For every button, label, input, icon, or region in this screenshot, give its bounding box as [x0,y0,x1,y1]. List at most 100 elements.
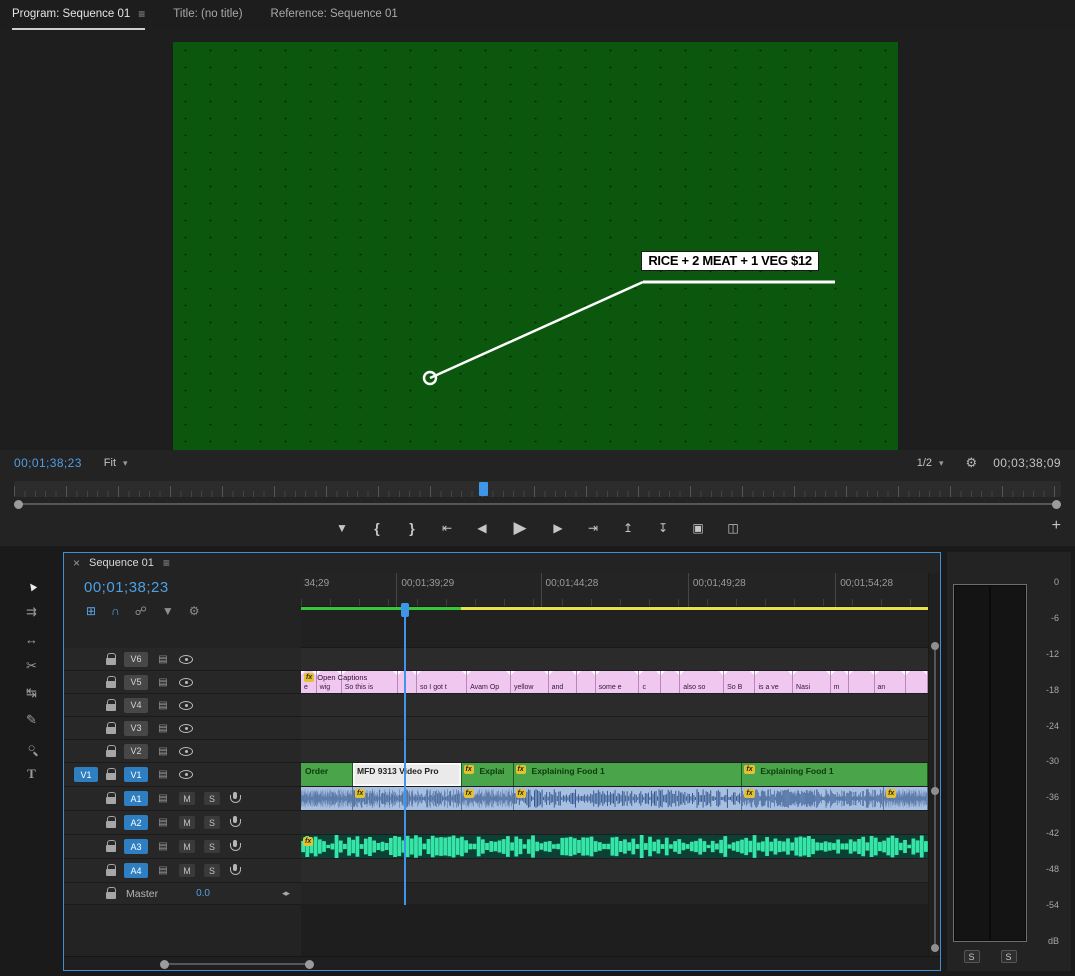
timeline-playhead[interactable] [401,603,410,905]
lane-a1[interactable]: fx fx fx fx fx [301,787,928,811]
panel-close-icon[interactable]: × [73,556,80,570]
button-editor-add[interactable]: + [1052,517,1061,535]
voiceover-record-icon[interactable] [229,816,241,829]
monitor-tab[interactable]: Title: (no title) [173,0,242,30]
video-clip[interactable]: Order [301,763,354,786]
monitor-timecode[interactable]: 00;01;38;23 [14,456,82,470]
add-marker-button[interactable]: ▼ [330,516,354,540]
track-target-a3[interactable]: A3 [124,839,148,854]
sync-lock-icon[interactable]: ▤ [156,746,170,757]
lock-icon[interactable] [103,698,119,712]
scrollbar-knob[interactable] [931,944,939,952]
zoom-level-select[interactable]: Fit ▾ [98,455,134,471]
sync-lock-icon[interactable]: ▤ [156,841,170,852]
sync-lock-icon[interactable]: ▤ [156,817,170,828]
type-tool[interactable]: T [16,761,48,787]
zoom-handle-right[interactable] [1052,500,1061,509]
caption-clip[interactable]: is a ve [755,671,794,693]
selection-tool[interactable]: ▲ [16,572,48,598]
extract-button[interactable]: ↧ [651,516,675,540]
lift-button[interactable]: ↥ [616,516,640,540]
caption-clip[interactable]: yellow [511,671,549,693]
video-clip[interactable]: fx Explaining Food 1 [513,763,743,786]
track-output-icon[interactable] [179,677,193,687]
caption-clip[interactable]: some e [595,671,640,693]
monitor-tab[interactable]: Program: Sequence 01 ≡ [12,0,146,30]
timeline-ruler[interactable]: 34;29 00;01;39;29 00;01;44;28 00;01;49;28 00… [301,573,928,607]
pen-tool[interactable]: ✎ [16,707,48,733]
add-marker-icon[interactable]: ▼ [162,604,174,618]
track-output-icon[interactable] [179,654,193,664]
track-target-a2[interactable]: A2 [124,815,148,830]
sync-lock-icon[interactable]: ▤ [156,700,170,711]
horiz-scrollbar[interactable] [64,956,940,970]
source-patch-a1[interactable] [74,791,98,806]
go-to-in-button[interactable]: ⇤ [435,516,459,540]
timeline-timecode[interactable]: 00;01;38;23 [64,573,301,599]
lane-v6[interactable] [301,648,928,671]
panel-menu-icon[interactable]: ≡ [138,7,145,21]
caption-clip[interactable]: So this is [341,671,399,693]
sync-lock-icon[interactable]: ▤ [156,769,170,780]
track-target-v6[interactable]: V6 [124,651,148,667]
lane-v5[interactable]: e wig So this is so I got t Avam Op yellow and… [301,671,928,694]
track-target-v1[interactable]: V1 [124,767,148,782]
playback-resolution-select[interactable]: 1/2 ▾ [911,455,950,471]
lane-v1[interactable]: Order MFD 9313 Video Pro fx Explai fx Explain… [301,763,928,787]
caption-clip[interactable] [849,671,875,693]
lock-icon[interactable] [103,887,119,900]
scrollbar-handle[interactable] [160,959,314,969]
keyframe-nav-icon[interactable]: ◂▸ [282,888,290,899]
audio-clip[interactable]: fx [301,835,928,858]
track-target-a4[interactable]: A4 [124,863,148,878]
monitor-time-ruler[interactable] [14,481,1061,497]
track-output-icon[interactable] [179,700,193,710]
settings-wrench-icon[interactable]: ⚙ [966,455,978,471]
source-patch-v4[interactable] [74,698,98,713]
mute-button[interactable]: M [179,840,195,853]
caption-clip[interactable]: e [301,671,317,693]
monitor-scrubber[interactable] [0,476,1075,510]
source-patch-a3[interactable] [74,839,98,854]
audio-clip[interactable]: fx [353,787,462,810]
caption-clip[interactable]: Nasi [793,671,831,693]
lane-a2[interactable] [301,811,928,835]
lane-v3[interactable] [301,717,928,740]
caption-clip[interactable] [398,671,417,693]
source-patch-v1[interactable]: V1 [74,767,98,782]
track-target-v3[interactable]: V3 [124,720,148,736]
razor-tool[interactable]: ✂ [16,653,48,679]
source-patch-a4[interactable] [74,863,98,878]
solo-button[interactable]: S [204,864,220,877]
sync-lock-icon[interactable]: ▤ [156,677,170,688]
track-target-v2[interactable]: V2 [124,743,148,759]
linked-selection-icon[interactable]: ☍ [135,604,147,618]
sync-lock-icon[interactable]: ▤ [156,723,170,734]
step-back-button[interactable]: ◀ [470,516,494,540]
track-output-icon[interactable] [179,723,193,733]
step-forward-button[interactable]: ▶ [546,516,570,540]
play-button[interactable]: ▶ [505,516,535,540]
caption-clip[interactable] [576,671,596,693]
snap-icon[interactable]: ∩ [111,604,120,618]
video-clip[interactable]: fx Explaining Food 1 [742,763,928,786]
source-patch-v5[interactable] [74,675,98,690]
sync-lock-icon[interactable]: ▤ [156,793,170,804]
export-frame-button[interactable]: ▣ [686,516,710,540]
lock-icon[interactable] [103,675,119,689]
caption-clip[interactable] [661,671,681,693]
solo-button[interactable]: S [204,816,220,829]
lock-icon[interactable] [103,768,119,781]
zoom-handle-left[interactable] [14,500,23,509]
zoom-tool[interactable]: ○ [16,734,48,760]
timeline-settings-icon[interactable]: ⚙ [189,604,200,618]
caption-clip[interactable]: wig [316,671,342,693]
timeline-tab[interactable]: Sequence 01 [89,557,154,569]
track-target-v5[interactable]: V5 [124,674,148,690]
mute-button[interactable]: M [179,816,195,829]
audio-clip[interactable]: fx [513,787,743,810]
lane-v4[interactable] [301,694,928,717]
source-patch-v2[interactable] [74,744,98,759]
caption-clip[interactable] [905,671,928,693]
lock-icon[interactable] [103,792,119,805]
